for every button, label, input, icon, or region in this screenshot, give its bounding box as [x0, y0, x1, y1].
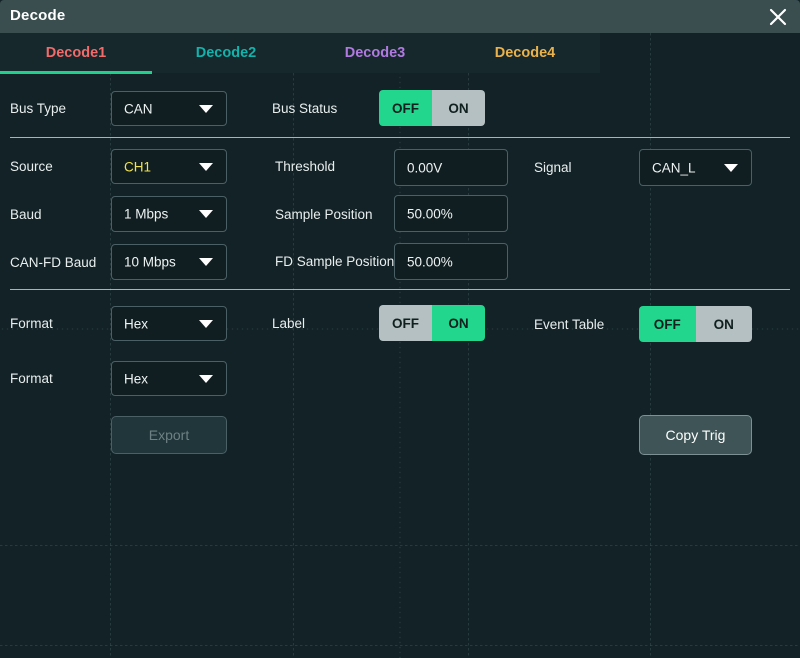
tab-label: Decode3: [345, 45, 405, 61]
tab-label: Decode1: [46, 45, 106, 61]
copy-trig-button[interactable]: Copy Trig: [639, 415, 752, 455]
export-button-label: Export: [149, 427, 189, 443]
tab-label: Decode2: [196, 45, 256, 61]
decode-dialog: Decode Decode1 Decode2 Decode3 Decode4 B…: [0, 0, 800, 658]
chevron-down-icon: [199, 375, 213, 383]
format-event-dropdown[interactable]: Hex: [111, 361, 227, 396]
fd-sample-position-input[interactable]: 50.00%: [394, 243, 508, 280]
event-table-label: Event Table: [534, 317, 604, 332]
source-value: CH1: [124, 159, 151, 174]
graticule-line: [468, 33, 469, 658]
bus-status-toggle[interactable]: OFF ON: [379, 90, 485, 126]
threshold-label: Threshold: [275, 159, 335, 174]
tab-decode4[interactable]: Decode4: [450, 33, 600, 73]
graticule-line: [293, 33, 294, 658]
tab-decode1[interactable]: Decode1: [0, 33, 152, 73]
label-toggle[interactable]: OFF ON: [379, 305, 485, 341]
active-tab-indicator: [0, 71, 152, 74]
format-label-value: Hex: [124, 316, 148, 331]
label-off-segment[interactable]: OFF: [379, 305, 432, 341]
window-title: Decode: [10, 7, 65, 24]
bus-type-value: CAN: [124, 101, 153, 116]
format-event-value: Hex: [124, 371, 148, 386]
can-fd-baud-dropdown[interactable]: 10 Mbps: [111, 244, 227, 280]
threshold-input[interactable]: 0.00V: [394, 149, 508, 186]
close-icon[interactable]: [764, 3, 792, 31]
tab-decode3[interactable]: Decode3: [300, 33, 450, 73]
chevron-down-icon: [199, 163, 213, 171]
bus-status-on-segment[interactable]: ON: [432, 90, 485, 126]
source-label: Source: [10, 159, 53, 174]
signal-value: CAN_L: [652, 160, 696, 175]
bus-status-off-segment[interactable]: OFF: [379, 90, 432, 126]
source-dropdown[interactable]: CH1: [111, 149, 227, 184]
copy-trig-button-label: Copy Trig: [666, 427, 726, 443]
sample-position-value: 50.00%: [407, 206, 453, 221]
title-bar: Decode: [0, 0, 800, 33]
graticule-line: [650, 33, 651, 658]
fd-sample-position-label: FD Sample Position: [275, 254, 394, 269]
fd-sample-position-value: 50.00%: [407, 254, 453, 269]
format-label-label: Format: [10, 316, 53, 331]
tab-decode2[interactable]: Decode2: [152, 33, 300, 73]
graticule-line: [110, 33, 111, 658]
baud-dropdown[interactable]: 1 Mbps: [111, 196, 227, 232]
sample-position-input[interactable]: 50.00%: [394, 195, 508, 232]
tab-label: Decode4: [495, 45, 555, 61]
event-table-off-segment[interactable]: OFF: [639, 306, 696, 342]
baud-value: 1 Mbps: [124, 207, 168, 222]
graticule-line: [0, 545, 800, 546]
event-table-toggle[interactable]: OFF ON: [639, 306, 752, 342]
signal-label: Signal: [534, 160, 572, 175]
chevron-down-icon: [199, 210, 213, 218]
decode-tab-bar: Decode1 Decode2 Decode3 Decode4: [0, 33, 600, 73]
bus-status-label: Bus Status: [272, 101, 337, 116]
bus-type-dropdown[interactable]: CAN: [111, 91, 227, 126]
bus-type-label: Bus Type: [10, 101, 66, 116]
divider: [10, 137, 790, 138]
chevron-down-icon: [724, 164, 738, 172]
chevron-down-icon: [199, 105, 213, 113]
graticule-line: [0, 645, 800, 646]
export-button[interactable]: Export: [111, 416, 227, 454]
signal-dropdown[interactable]: CAN_L: [639, 149, 752, 186]
label-on-segment[interactable]: ON: [432, 305, 485, 341]
event-table-on-segment[interactable]: ON: [696, 306, 753, 342]
threshold-value: 0.00V: [407, 160, 442, 175]
can-fd-baud-label: CAN-FD Baud: [10, 255, 96, 270]
divider: [10, 289, 790, 290]
label-toggle-label: Label: [272, 316, 305, 331]
chevron-down-icon: [199, 320, 213, 328]
chevron-down-icon: [199, 258, 213, 266]
baud-label: Baud: [10, 207, 42, 222]
sample-position-label: Sample Position: [275, 207, 373, 222]
format-event-label: Format: [10, 371, 53, 386]
format-label-dropdown[interactable]: Hex: [111, 306, 227, 341]
can-fd-baud-value: 10 Mbps: [124, 255, 176, 270]
